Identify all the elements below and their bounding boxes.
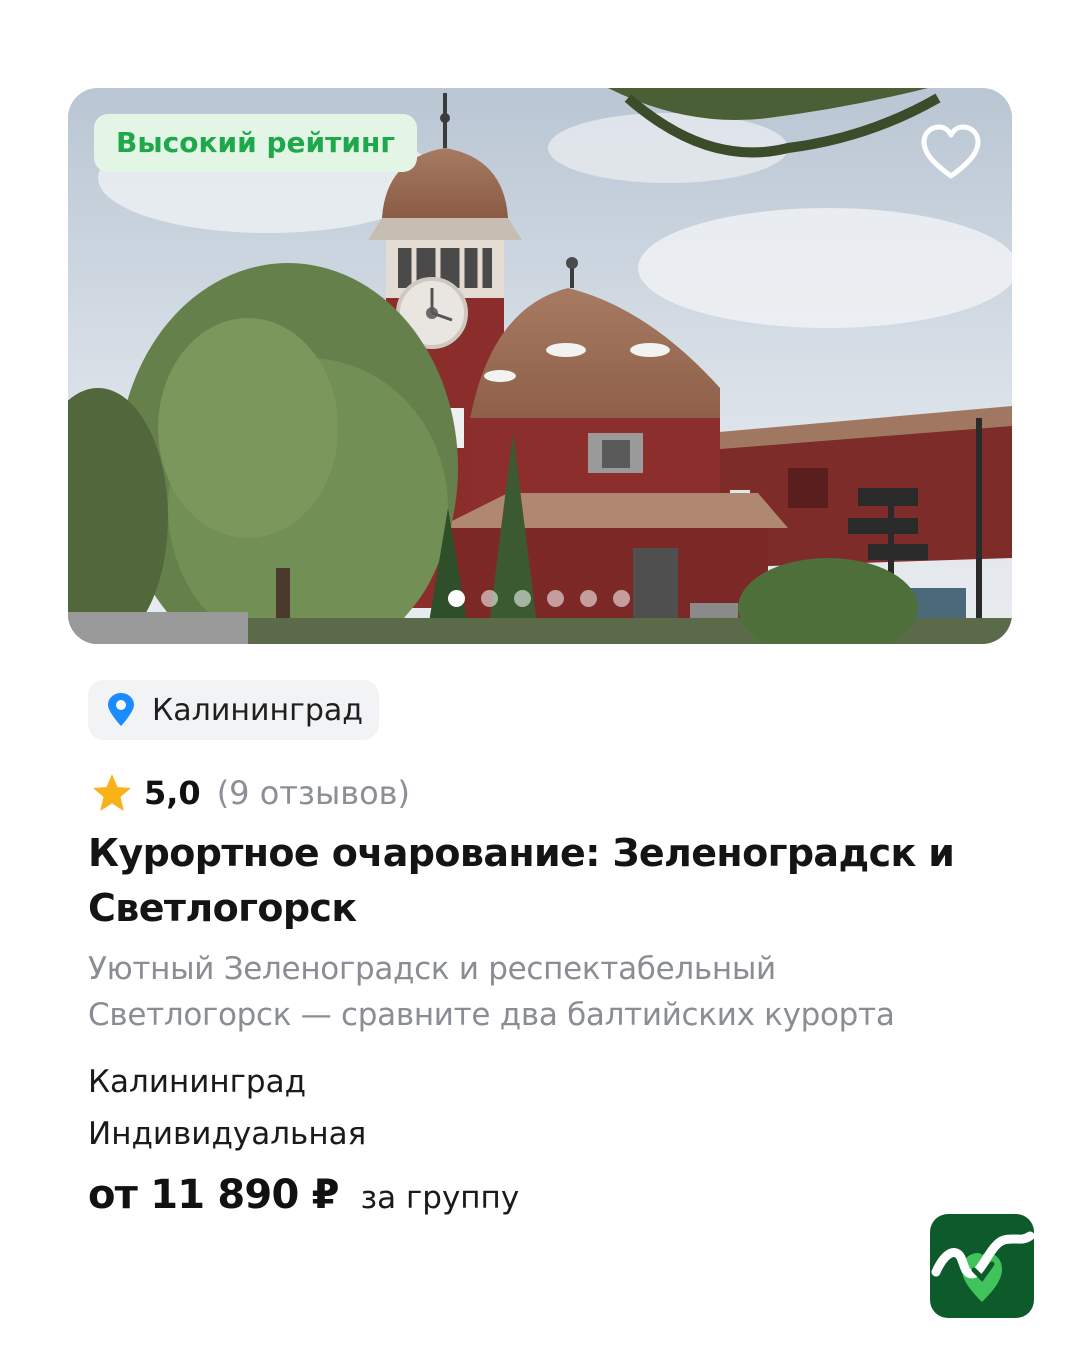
tour-title[interactable]: Курортное очарование: Зеленоградск и Све… (88, 826, 968, 936)
price-row: от 11 890 ₽ за группу (88, 1172, 519, 1232)
carousel-dot[interactable] (514, 590, 531, 607)
rating-value: 5,0 (144, 774, 201, 812)
carousel-dot[interactable] (547, 590, 564, 607)
tour-type: Индивидуальная (88, 1116, 367, 1152)
price-unit: за группу (360, 1180, 520, 1216)
carousel-dot[interactable] (580, 590, 597, 607)
heart-outline-icon[interactable] (920, 124, 982, 180)
high-rating-badge: Высокий рейтинг (94, 114, 417, 172)
carousel-dot[interactable] (448, 590, 465, 607)
brand-logo-icon (930, 1214, 1034, 1318)
carousel-dots (448, 590, 630, 607)
star-icon (93, 774, 131, 811)
brand-logo-mark (931, 1231, 1034, 1302)
tour-city: Калининград (88, 1064, 307, 1100)
rating-row: 5,0 (9 отзывов) (90, 768, 410, 818)
price-value: от 11 890 ₽ (88, 1172, 339, 1218)
map-pin-icon (108, 693, 134, 726)
location-chip[interactable]: Калининград (88, 680, 380, 740)
tour-card-page: Высокий рейтинг Калининград 5,0 (9 отзыв… (0, 0, 1080, 1350)
reviews-count-link[interactable]: (9 отзывов) (217, 774, 410, 812)
tour-photo-carousel[interactable]: Высокий рейтинг (68, 88, 1012, 644)
carousel-dot[interactable] (481, 590, 498, 607)
tour-description: Уютный Зеленоградск и респектабельный Св… (88, 951, 895, 1033)
carousel-dot[interactable] (613, 590, 630, 607)
location-chip-label: Калининград (152, 692, 364, 728)
